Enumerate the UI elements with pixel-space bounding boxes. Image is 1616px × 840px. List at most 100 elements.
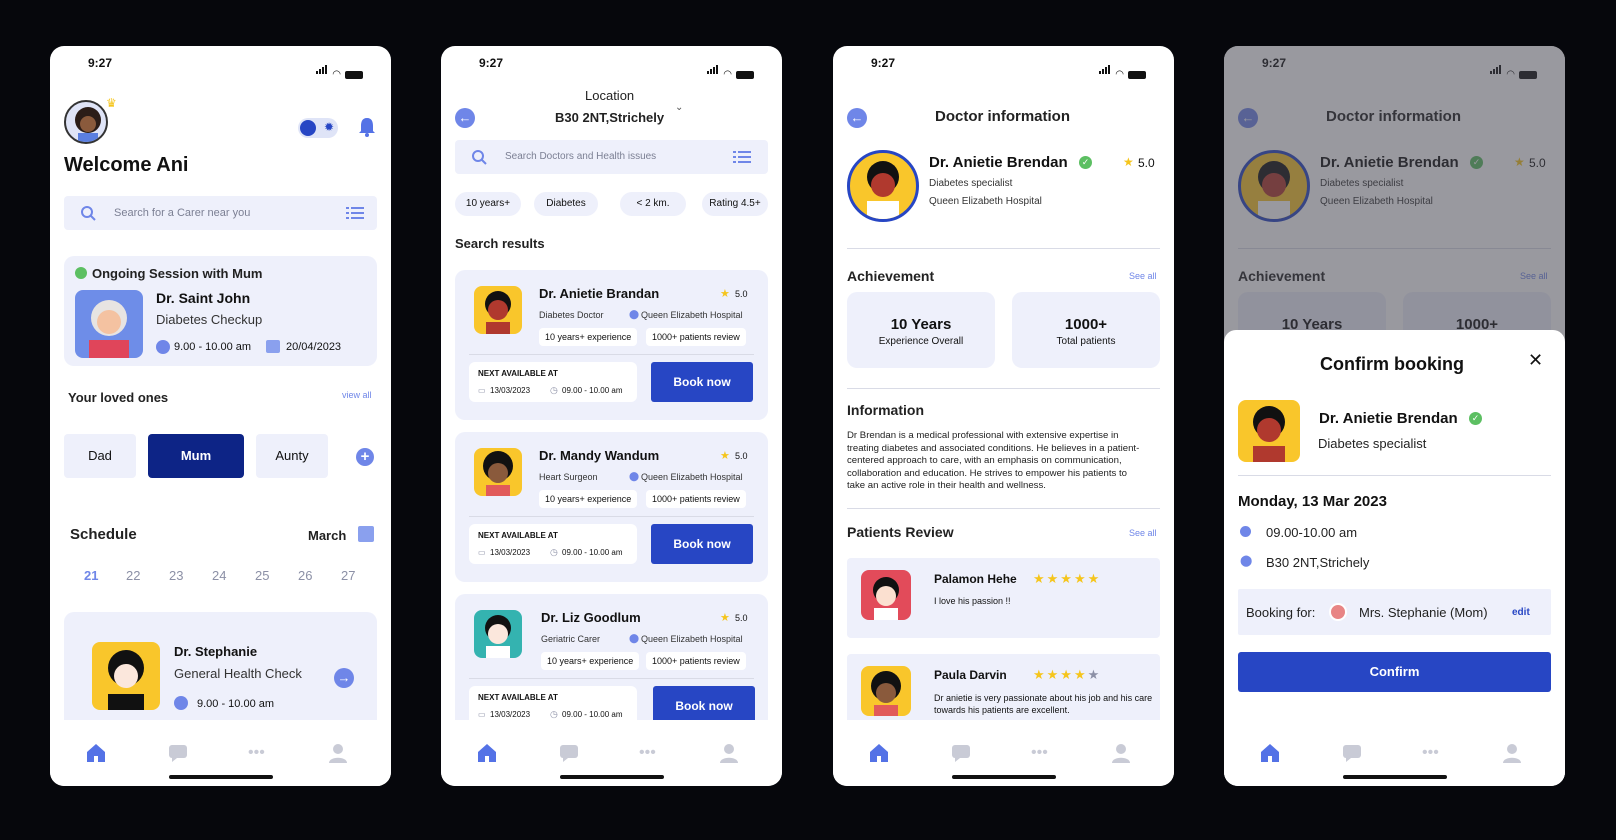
back-arrow-icon[interactable]: ← [455, 108, 475, 128]
appointment-time: 9.00 - 10.00 am [197, 698, 275, 710]
calendar-icon: ▭ [478, 710, 486, 719]
theme-toggle[interactable]: ✹ [298, 118, 338, 138]
close-icon[interactable]: ✕ [1528, 350, 1543, 371]
doctor-result-card[interactable]: Dr. Anietie Brandan ★ 5.0 Diabetes Docto… [455, 270, 768, 420]
stat-patients-card: 1000+ Total patients [1012, 292, 1160, 368]
profile-avatar[interactable] [64, 100, 108, 144]
doctor-avatar [474, 448, 522, 496]
edit-link[interactable]: edit [1512, 607, 1530, 618]
filter-chip-diabetes[interactable]: Diabetes [534, 192, 598, 216]
reviews-tag: 1000+ patients review [646, 328, 746, 346]
day-21[interactable]: 21 [84, 568, 98, 583]
next-date: 13/03/2023 [490, 386, 531, 395]
carer-search-bar[interactable]: Search for a Carer near you [64, 196, 377, 230]
doctor-role: Geriatric Carer [541, 634, 601, 644]
filter-list-icon[interactable] [733, 151, 751, 164]
back-arrow-icon[interactable]: ← [847, 108, 867, 128]
appointment-purpose: General Health Check [174, 666, 302, 681]
filter-chip-rating[interactable]: Rating 4.5+ [702, 192, 768, 216]
calendar-icon[interactable] [358, 526, 374, 542]
more-icon[interactable]: ••• [248, 742, 270, 764]
profile-icon[interactable] [327, 742, 349, 764]
profile-icon[interactable] [1501, 742, 1523, 764]
ongoing-doctor: Dr. Saint John [156, 290, 251, 306]
doctor-name: Dr. Liz Goodlum [541, 610, 641, 625]
ongoing-title: Ongoing Session with Mum [92, 266, 263, 281]
day-23[interactable]: 23 [169, 568, 183, 583]
experience-tag: 10 years+ experience [539, 490, 638, 508]
divider [847, 508, 1160, 509]
bell-icon[interactable] [358, 116, 376, 138]
location-value[interactable]: B30 2NT,Strichely [555, 110, 664, 125]
loved-one-dad[interactable]: Dad [64, 434, 136, 478]
day-27[interactable]: 27 [341, 568, 355, 583]
clock-icon [174, 696, 188, 710]
home-icon[interactable] [476, 742, 498, 764]
book-now-button[interactable]: Book now [651, 524, 753, 564]
profile-icon[interactable] [1110, 742, 1132, 764]
search-screen: 9:27 ◠ ← Location B30 2NT,Strichely ⌄ Se… [441, 46, 782, 786]
doctor-hospital: Queen Elizabeth Hospital [641, 472, 743, 482]
reviews-see-all-link[interactable]: See all [1129, 528, 1157, 538]
filter-chip-experience[interactable]: 10 years+ [455, 192, 521, 216]
clock-icon [156, 340, 170, 354]
star-icon: ★ [1123, 155, 1134, 169]
star-icon: ★ [720, 450, 730, 462]
day-25[interactable]: 25 [255, 568, 269, 583]
doctor-avatar [847, 150, 919, 222]
reviewer-name: Paula Darvin [934, 668, 1007, 682]
results-title: Search results [455, 236, 545, 251]
live-dot-icon [75, 267, 87, 279]
stat-value: 10 Years [890, 316, 952, 333]
information-text: Dr Brendan is a medical professional wit… [847, 430, 1140, 492]
profile-icon[interactable] [718, 742, 740, 764]
chat-icon[interactable] [558, 742, 580, 764]
more-icon[interactable]: ••• [1422, 742, 1444, 764]
ongoing-session-card[interactable]: Ongoing Session with Mum Dr. Saint John … [64, 256, 377, 366]
more-icon[interactable]: ••• [639, 742, 661, 764]
star-rating: ★★★★★ [1033, 667, 1102, 682]
patient-avatar [1329, 603, 1347, 621]
book-now-button[interactable]: Book now [651, 362, 753, 402]
battery-icon [736, 71, 754, 79]
status-bar: 9:27 ◠ [441, 56, 782, 80]
view-all-link[interactable]: view all [342, 390, 372, 400]
clock-icon: ◷ [550, 709, 558, 719]
status-bar: 9:27 ◠ [50, 56, 391, 80]
day-22[interactable]: 22 [126, 568, 140, 583]
day-24[interactable]: 24 [212, 568, 226, 583]
arrow-right-icon[interactable]: → [334, 668, 354, 688]
next-available-label: NEXT AVAILABLE AT [478, 531, 558, 540]
booking-location: B30 2NT,Strichely [1266, 555, 1370, 570]
home-icon[interactable] [1259, 742, 1281, 764]
doctor-result-card[interactable]: Dr. Mandy Wandum ★ 5.0 Heart Surgeon ⬤ Q… [455, 432, 768, 582]
home-indicator [952, 775, 1056, 779]
loved-one-aunty[interactable]: Aunty [256, 434, 328, 478]
day-26[interactable]: 26 [298, 568, 312, 583]
home-icon[interactable] [85, 742, 107, 764]
star-rating: ★★★★★ [1033, 571, 1102, 586]
star-icon: ★ [720, 288, 730, 300]
sheet-title: Confirm booking [1320, 354, 1464, 374]
filter-chip-distance[interactable]: < 2 km. [620, 192, 686, 216]
more-icon[interactable]: ••• [1031, 742, 1053, 764]
add-loved-one-icon[interactable]: + [356, 448, 374, 466]
chat-icon[interactable] [1341, 742, 1363, 764]
clock-icon [1240, 526, 1251, 537]
home-icon[interactable] [868, 742, 890, 764]
doctor-search-bar[interactable]: Search Doctors and Health issues [455, 140, 768, 174]
ongoing-purpose: Diabetes Checkup [156, 312, 263, 327]
booking-for-label: Booking for: [1246, 605, 1316, 620]
doctor-avatar [75, 290, 143, 358]
chevron-down-icon[interactable]: ⌄ [675, 102, 683, 113]
chat-icon[interactable] [950, 742, 972, 764]
filter-list-icon[interactable] [346, 207, 364, 220]
chat-icon[interactable] [167, 742, 189, 764]
achievement-see-all-link[interactable]: See all [1129, 271, 1157, 281]
schedule-month[interactable]: March [308, 528, 346, 543]
next-date: 13/03/2023 [490, 710, 531, 719]
doctor-rating: 5.0 [735, 451, 748, 461]
reviewer-avatar [861, 570, 911, 620]
loved-one-mum[interactable]: Mum [148, 434, 244, 478]
confirm-button[interactable]: Confirm [1238, 652, 1551, 692]
